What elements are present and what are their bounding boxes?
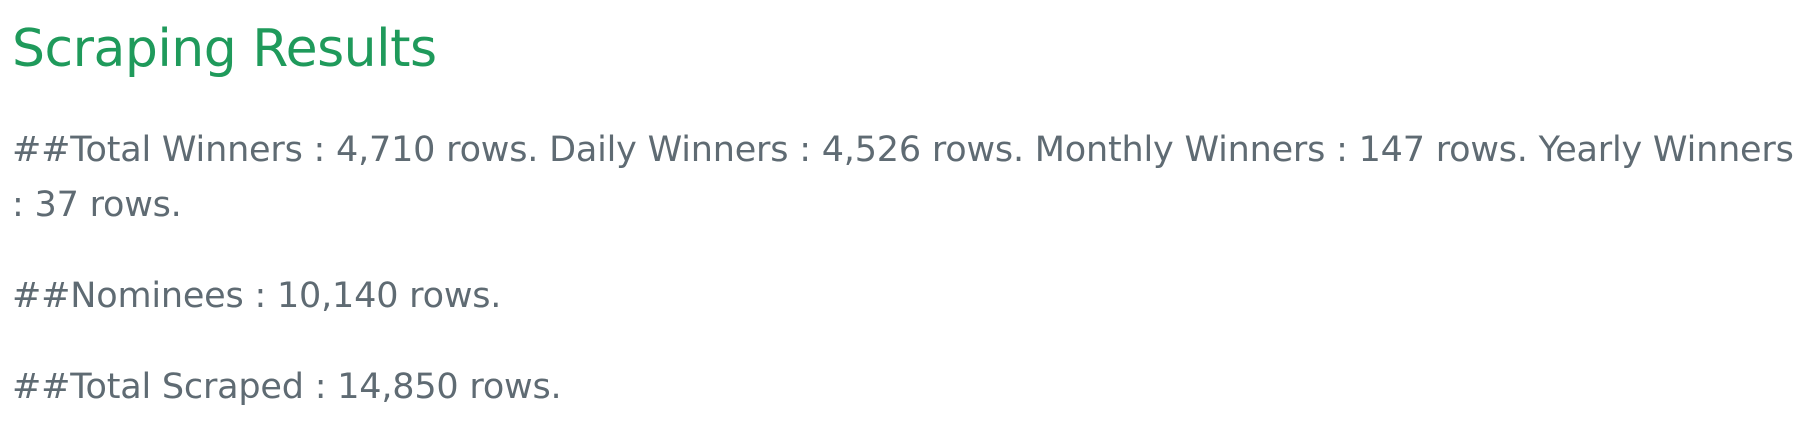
total-scraped-summary: ##Total Scraped : 14,850 rows. <box>12 367 562 407</box>
scraping-results-page: Scraping Results ##Total Winners : 4,710… <box>0 0 1816 422</box>
winners-summary: ##Total Winners : 4,710 rows. Daily Winn… <box>12 130 1794 225</box>
page-title: Scraping Results <box>12 19 437 79</box>
nominees-summary: ##Nominees : 10,140 rows. <box>12 276 502 316</box>
